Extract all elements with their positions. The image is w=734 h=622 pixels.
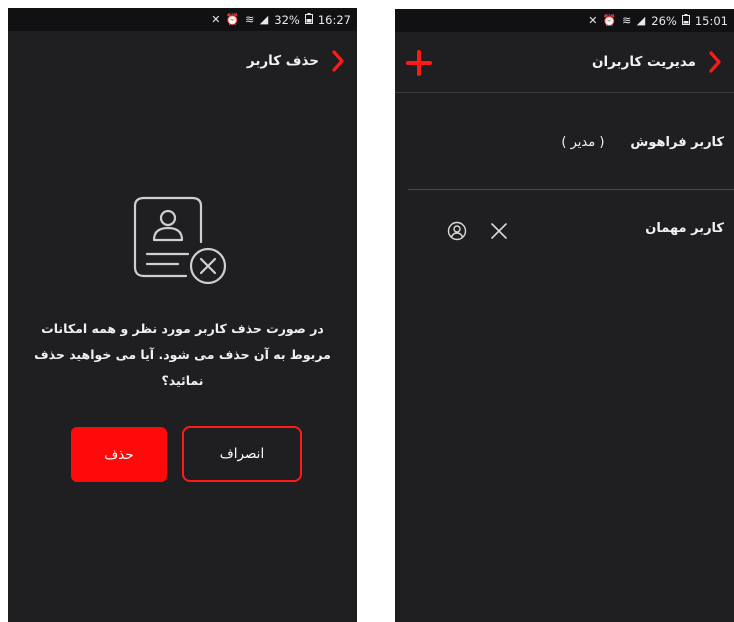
clock: 15:01 — [694, 13, 728, 28]
page-title: حذف کاربر — [246, 53, 319, 69]
app-bar: حذف کاربر — [8, 31, 357, 91]
battery-icon — [304, 12, 313, 27]
cancel-button[interactable]: انصراف — [182, 426, 302, 482]
delete-user-screen: ✕ ⏰ ≋ ◢ 32% 16:27 حذف کاربر در صورت حذف … — [8, 8, 357, 622]
plus-icon[interactable] — [405, 49, 433, 77]
status-icons: ✕ ⏰ ≋ ◢ — [211, 13, 270, 26]
user-name: کاربر مهمان — [645, 221, 724, 236]
status-icons: ✕ ⏰ ≋ ◢ — [588, 14, 647, 27]
clock: 16:27 — [317, 12, 351, 27]
close-icon[interactable] — [489, 221, 509, 241]
status-bar: ✕ ⏰ ≋ ◢ 32% 16:27 — [8, 8, 357, 31]
list-item-user-admin[interactable]: کاربر فراهوش ( مدیر ) — [395, 135, 734, 150]
user-role: ( مدیر ) — [561, 135, 605, 150]
list-item-user-guest[interactable]: کاربر مهمان — [395, 221, 734, 236]
battery-icon — [681, 13, 690, 28]
delete-button[interactable]: حذف — [71, 427, 167, 482]
app-bar-divider — [395, 92, 734, 93]
user-card-remove-icon — [130, 196, 232, 288]
chevron-right-icon[interactable] — [704, 51, 726, 73]
user-management-screen: ✕ ⏰ ≋ ◢ 26% 15:01 مدیریت کاربران کاربر ف… — [395, 9, 734, 622]
app-bar: مدیریت کاربران — [395, 32, 734, 92]
chevron-right-icon[interactable] — [327, 50, 349, 72]
delete-warning-message: در صورت حذف کاربر مورد نظر و همه امکانات… — [34, 321, 331, 388]
guest-actions — [447, 221, 509, 241]
list-divider — [408, 189, 734, 190]
battery-percent: 32% — [274, 12, 300, 27]
status-bar: ✕ ⏰ ≋ ◢ 26% 15:01 — [395, 9, 734, 32]
battery-percent: 26% — [651, 13, 677, 28]
user-name: کاربر فراهوش — [630, 135, 724, 150]
user-icon[interactable] — [447, 221, 467, 241]
page-title: مدیریت کاربران — [592, 54, 696, 70]
